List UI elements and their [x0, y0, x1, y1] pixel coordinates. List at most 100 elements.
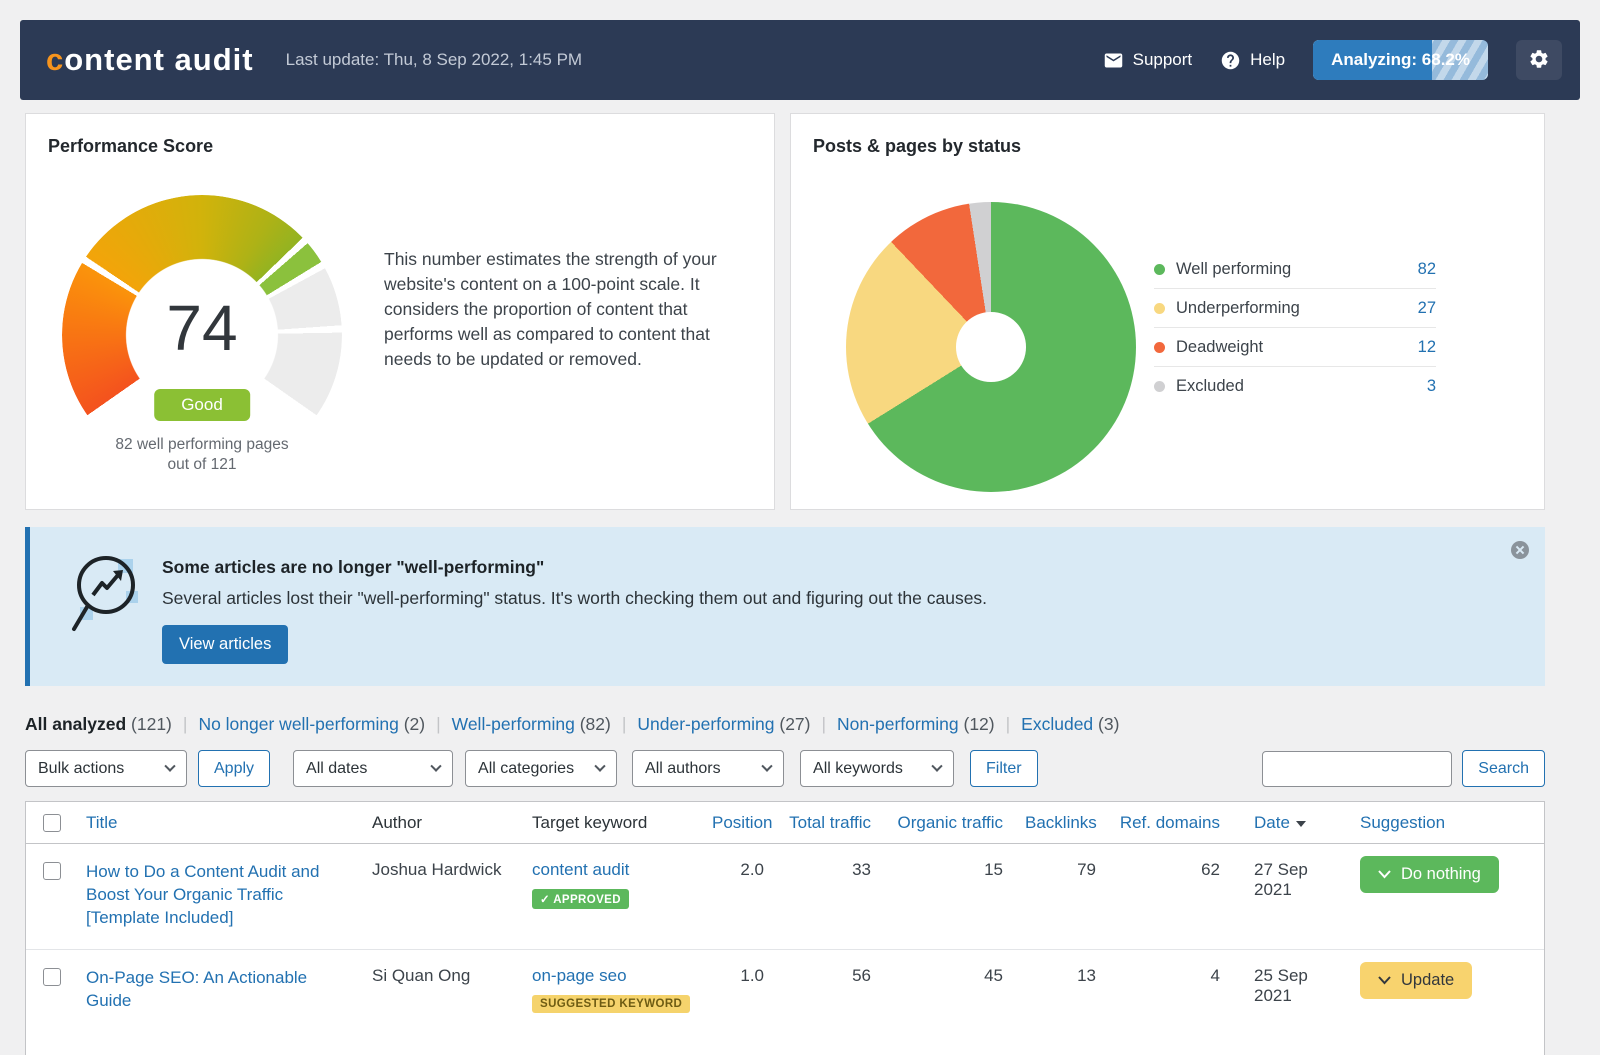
- tab-excluded[interactable]: Excluded (3): [1021, 714, 1119, 735]
- chevron-down-icon: [931, 760, 943, 772]
- select-all-checkbox[interactable]: [43, 814, 61, 832]
- performance-score-title: Performance Score: [48, 136, 214, 156]
- posts-by-status-title: Posts & pages by status: [813, 136, 1022, 156]
- suggestion-update-button[interactable]: Update: [1360, 962, 1473, 999]
- gear-icon: [1528, 48, 1550, 73]
- post-title-link[interactable]: How to Do a Content Audit and Boost Your…: [86, 860, 352, 929]
- target-keyword-link[interactable]: content audit: [532, 860, 629, 879]
- chevron-down-icon: [1378, 870, 1391, 879]
- tab-separator: |: [182, 714, 188, 734]
- view-articles-button[interactable]: View articles: [162, 625, 289, 664]
- posts-by-status-card: Posts & pages by status Well performing …: [790, 113, 1545, 510]
- legend-label: Deadweight: [1176, 337, 1264, 356]
- legend-item-excluded: Excluded 3: [1154, 367, 1436, 406]
- organic-traffic-cell: 15: [984, 860, 1003, 879]
- legend-value[interactable]: 27: [1418, 299, 1436, 318]
- categories-select[interactable]: All categories: [465, 750, 618, 787]
- status-legend: Well performing 82 Underperforming 27 De…: [1154, 250, 1436, 492]
- date-cell: 27 Sep 2021: [1254, 860, 1308, 899]
- column-header-ref-domains[interactable]: Ref. domains: [1108, 802, 1232, 844]
- date-cell: 25 Sep 2021: [1232, 949, 1350, 1033]
- filter-button[interactable]: Filter: [970, 750, 1038, 787]
- gauge-caption: 82 well performing pages out of 121: [62, 435, 342, 475]
- total-traffic-cell: 56: [776, 949, 883, 1033]
- column-header-target-keyword: Target keyword: [522, 802, 702, 844]
- legend-value[interactable]: 82: [1418, 260, 1436, 279]
- help-link[interactable]: Help: [1220, 50, 1285, 71]
- search-button[interactable]: Search: [1462, 750, 1545, 787]
- authors-select[interactable]: All authors: [632, 750, 785, 787]
- logo-accent-letter: c: [46, 42, 65, 77]
- target-keyword-link[interactable]: on-page seo: [532, 966, 627, 985]
- column-header-date[interactable]: Date: [1232, 802, 1350, 844]
- tab-separator: |: [1005, 714, 1011, 734]
- dates-select[interactable]: All dates: [293, 750, 454, 787]
- banner-title: Some articles are no longer "well-perfor…: [162, 557, 545, 577]
- tab-all-analyzed[interactable]: All analyzed (121): [25, 714, 172, 735]
- tab-non-performing[interactable]: Non-performing (12): [837, 714, 995, 735]
- legend-label: Well performing: [1176, 259, 1292, 278]
- post-title-link[interactable]: On-Page SEO: An Actionable Guide: [86, 966, 352, 1012]
- well-performing-dot: [1154, 263, 1165, 275]
- table-toolbar: Bulk actions Apply All dates All categor…: [25, 750, 1545, 787]
- performance-gauge: 74 Good 82 well performing pages out of …: [62, 195, 342, 475]
- total-traffic-cell: 33: [852, 860, 871, 879]
- legend-item-well-performing: Well performing 82: [1154, 250, 1436, 289]
- chevron-down-icon: [761, 760, 773, 772]
- legend-item-deadweight: Deadweight 12: [1154, 328, 1436, 367]
- tab-separator: |: [621, 714, 627, 734]
- analyzing-progress-button[interactable]: Analyzing: 68.2%: [1313, 40, 1488, 80]
- help-icon: [1220, 50, 1241, 71]
- legend-item-underperforming: Underperforming 27: [1154, 289, 1436, 328]
- column-header-total-traffic[interactable]: Total traffic: [776, 802, 883, 844]
- tab-well-performing[interactable]: Well-performing (82): [452, 714, 611, 735]
- sort-desc-icon: [1295, 820, 1306, 827]
- author-cell: Joshua Hardwick: [372, 860, 502, 879]
- settings-button[interactable]: [1516, 40, 1562, 80]
- tab-under-performing[interactable]: Under-performing (27): [637, 714, 810, 735]
- bulk-actions-select[interactable]: Bulk actions: [25, 750, 187, 787]
- legend-label: Excluded: [1176, 377, 1244, 395]
- tab-separator: |: [821, 714, 827, 734]
- close-icon[interactable]: [1511, 541, 1529, 559]
- posts-table: Title Author Target keyword Position Tot…: [25, 801, 1545, 1055]
- suggestion-do-nothing-button[interactable]: Do nothing: [1360, 856, 1499, 893]
- backlinks-cell: 79: [1077, 860, 1096, 879]
- magnifier-trend-icon: [70, 551, 148, 664]
- performance-score-card: Performance Score 74 Good 82 well perfor…: [25, 113, 775, 510]
- chevron-down-icon: [1378, 976, 1391, 985]
- position-cell: 1.0: [702, 949, 776, 1033]
- column-header-suggestion[interactable]: Suggestion: [1350, 802, 1544, 844]
- notice-banner: Some articles are no longer "well-perfor…: [25, 527, 1545, 686]
- column-header-backlinks[interactable]: Backlinks: [1015, 802, 1108, 844]
- legend-value[interactable]: 12: [1418, 338, 1436, 357]
- support-link[interactable]: Support: [1103, 50, 1193, 71]
- ref-domains-cell: 4: [1108, 949, 1232, 1033]
- keywords-select[interactable]: All keywords: [800, 750, 955, 787]
- help-label: Help: [1250, 50, 1286, 69]
- apply-button[interactable]: Apply: [198, 750, 271, 787]
- tab-separator: |: [436, 714, 441, 734]
- backlinks-cell: 13: [1015, 949, 1108, 1033]
- banner-body: Several articles lost their "well-perfor…: [162, 588, 988, 608]
- support-label: Support: [1132, 50, 1193, 69]
- suggested-keyword-badge: SUGGESTED KEYWORD: [532, 995, 691, 1013]
- column-header-position[interactable]: Position: [702, 802, 776, 844]
- table-row: How to Do a Content Audit and Boost Your…: [26, 844, 1544, 950]
- row-checkbox[interactable]: [43, 862, 61, 880]
- analyzing-label: Analyzing: 68.2%: [1331, 50, 1470, 69]
- tab-no-longer-well-performing[interactable]: No longer well-performing (2): [198, 714, 425, 735]
- last-update-text: Last update: Thu, 8 Sep 2022, 1:45 PM: [285, 50, 583, 69]
- gauge-rating-badge: Good: [154, 389, 250, 421]
- ref-domains-cell: 62: [1201, 860, 1220, 879]
- column-header-organic-traffic[interactable]: Organic traffic: [883, 802, 1015, 844]
- legend-value[interactable]: 3: [1427, 377, 1436, 396]
- legend-label: Underperforming: [1176, 298, 1300, 317]
- underperforming-dot: [1154, 302, 1165, 314]
- row-checkbox[interactable]: [43, 968, 61, 986]
- gauge-value: 74: [166, 292, 238, 364]
- column-header-title[interactable]: Title: [76, 802, 362, 844]
- search-input[interactable]: [1262, 750, 1453, 787]
- mail-icon: [1103, 50, 1124, 71]
- top-navbar: content audit Last update: Thu, 8 Sep 20…: [20, 20, 1580, 100]
